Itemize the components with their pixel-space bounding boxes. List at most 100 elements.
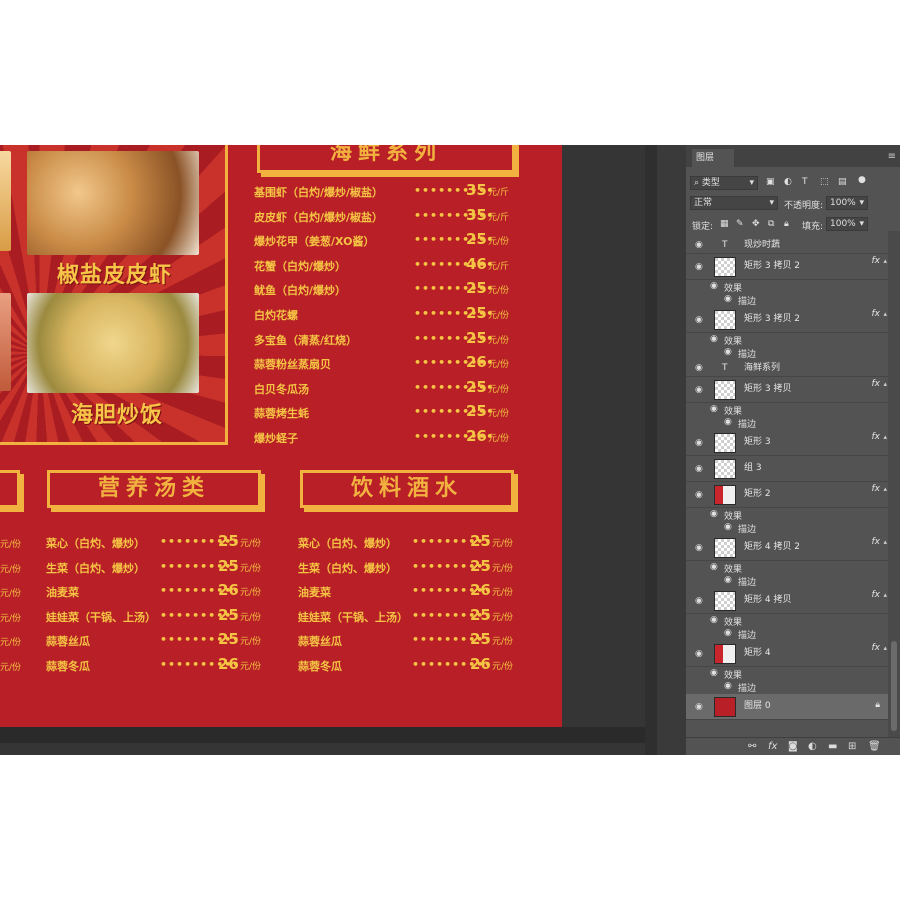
adjustment-filter-icon[interactable]: ◐ [784,177,792,187]
layer-filter-select[interactable]: ⌕ 类型 ▾ [690,176,758,190]
add-style-icon[interactable]: fx [768,741,777,752]
effects-row[interactable]: ◉ 效果 [686,667,888,681]
layer-effects-icon[interactable]: fx [872,590,881,600]
layer-effects-icon[interactable]: fx [872,537,881,547]
chevron-up-icon[interactable]: ▴ [883,310,887,318]
stroke-effect-row[interactable]: ◉ 描边 [686,346,888,360]
stroke-effect-row[interactable]: ◉ 描边 [686,627,888,641]
add-mask-icon[interactable]: ◙ [788,741,798,752]
eye-icon[interactable]: ◉ [710,509,718,519]
eye-icon[interactable]: ◉ [710,334,718,344]
chevron-up-icon[interactable]: ▴ [883,257,887,265]
new-adjustment-icon[interactable]: ◐ [808,741,817,752]
layer-row[interactable]: ◉ 组 3 [686,456,888,482]
pixel-filter-icon[interactable]: ▣ [766,177,775,187]
layer-row[interactable]: ◉ 矩形 3 拷贝 2 fx ▴ [686,254,888,280]
layer-effects-icon[interactable]: fx [872,643,881,653]
effects-row[interactable]: ◉ 效果 [686,280,888,294]
eye-icon[interactable]: ◉ [724,347,732,357]
eye-icon[interactable]: ◉ [695,649,703,659]
layer-effects-icon[interactable]: fx [872,256,881,266]
filter-toggle-icon[interactable]: ● [858,175,866,185]
chevron-up-icon[interactable]: ▴ [883,380,887,388]
tab-layers[interactable]: 图层 [692,149,734,167]
new-group-icon[interactable]: ▬ [828,741,837,752]
eye-icon[interactable]: ◉ [695,438,703,448]
eye-icon[interactable]: ◉ [710,668,718,678]
lock-position-icon[interactable]: ✥ [752,219,760,229]
layer-effects-icon[interactable]: fx [872,309,881,319]
link-layers-icon[interactable]: ⚯ [748,741,756,752]
layer-row[interactable]: ◉ 矩形 3 拷贝 2 fx ▴ [686,307,888,333]
fill-input[interactable]: 100% ▾ [826,217,868,231]
effects-row[interactable]: ◉ 效果 [686,614,888,628]
eye-icon[interactable]: ◉ [710,562,718,572]
eye-icon[interactable]: ◉ [695,490,703,500]
layer-effects-icon[interactable]: fx [872,432,881,442]
stroke-effect-row[interactable]: ◉ 描边 [686,680,888,694]
menu-item-row: 蒜蓉丝瓜 •••••••••• 25 元/份 [298,630,513,649]
smart-object-filter-icon[interactable]: ▤ [838,177,847,187]
eye-icon[interactable]: ◉ [724,417,732,427]
chevron-up-icon[interactable]: ▴ [883,433,887,441]
lock-image-icon[interactable]: ✎ [736,219,744,229]
layer-row[interactable]: ◉ T 海鲜系列 [686,360,888,377]
layer-row[interactable]: ◉ 矩形 3 拷贝 fx ▴ [686,377,888,403]
layer-row[interactable]: ◉ T 现炒时蔬 [686,237,888,254]
layer-thumbnail [714,485,736,505]
layer-row[interactable]: ◉ 矩形 4 fx ▴ [686,641,888,667]
artboard-lock-icon[interactable]: ⧉ [768,219,774,229]
eye-icon[interactable]: ◉ [695,315,703,325]
panel-menu-icon[interactable]: ≡ [888,151,896,162]
type-layer-icon: T [722,363,728,373]
eye-icon[interactable]: ◉ [710,615,718,625]
eye-icon[interactable]: ◉ [695,385,703,395]
effects-row[interactable]: ◉ 效果 [686,508,888,522]
effects-row[interactable]: ◉ 效果 [686,403,888,417]
opacity-input[interactable]: 100% ▾ [826,196,868,210]
layer-row[interactable]: ◉ 图层 0 🔒︎ [686,694,888,720]
eye-icon[interactable]: ◉ [724,294,732,304]
layer-row[interactable]: ◉ 矩形 2 fx ▴ [686,482,888,508]
new-layer-icon[interactable]: ⊞ [848,741,856,752]
lock-all-icon[interactable]: 🔒︎ [784,219,789,229]
layer-effects-icon[interactable]: fx [872,484,881,494]
eye-icon[interactable]: ◉ [695,363,703,373]
layer-effects-icon[interactable]: fx [872,379,881,389]
chevron-up-icon[interactable]: ▴ [883,591,887,599]
effects-row[interactable]: ◉ 效果 [686,561,888,575]
stroke-effect-row[interactable]: ◉ 描边 [686,574,888,588]
eye-icon[interactable]: ◉ [710,281,718,291]
delete-layer-icon[interactable]: 🗑︎ [868,741,881,752]
eye-icon[interactable]: ◉ [695,543,703,553]
stroke-effect-row[interactable]: ◉ 描边 [686,293,888,307]
eye-icon[interactable]: ◉ [695,702,703,712]
blend-mode-select[interactable]: 正常 ▾ [690,196,778,210]
document-canvas-area[interactable]: 椒盐皮皮虾 海胆炒饭 海鲜系列 基围虾（白灼/爆炒/椒盐） •••••••••• 3… [0,145,645,755]
eye-icon[interactable]: ◉ [695,240,703,250]
eye-icon[interactable]: ◉ [695,596,703,606]
canvas-vertical-scrollbar[interactable] [645,145,657,755]
eye-icon[interactable]: ◉ [724,681,732,691]
type-filter-icon[interactable]: T [802,177,808,187]
effects-row[interactable]: ◉ 效果 [686,333,888,347]
layers-scrollbar-thumb[interactable] [891,641,897,731]
eye-icon[interactable]: ◉ [695,262,703,272]
shape-filter-icon[interactable]: ⬚ [820,177,829,187]
eye-icon[interactable]: ◉ [710,404,718,414]
layer-row[interactable]: ◉ 矩形 3 fx ▴ [686,430,888,456]
eye-icon[interactable]: ◉ [724,522,732,532]
chevron-up-icon[interactable]: ▴ [883,538,887,546]
layer-row[interactable]: ◉ 矩形 4 拷贝 fx ▴ [686,588,888,614]
eye-icon[interactable]: ◉ [724,628,732,638]
eye-icon[interactable]: ◉ [695,464,703,474]
layer-row[interactable]: ◉ 矩形 4 拷贝 2 fx ▴ [686,535,888,561]
stroke-effect-row[interactable]: ◉ 描边 [686,521,888,535]
stroke-effect-row[interactable]: ◉ 描边 [686,416,888,430]
fried-rice-photo [27,293,199,393]
eye-icon[interactable]: ◉ [724,575,732,585]
chevron-up-icon[interactable]: ▴ [883,485,887,493]
chevron-up-icon[interactable]: ▴ [883,644,887,652]
lock-transparent-icon[interactable]: ▦ [720,219,729,229]
layers-scrollbar[interactable] [888,231,900,737]
